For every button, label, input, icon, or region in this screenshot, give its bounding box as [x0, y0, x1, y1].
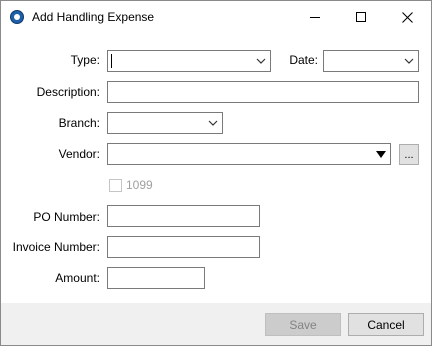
branch-label: Branch: [58, 116, 100, 130]
window-title: Add Handling Expense [32, 10, 155, 24]
chevron-down-icon [256, 58, 266, 64]
maximize-icon [356, 12, 366, 22]
dialog-footer: Save Cancel [1, 303, 431, 345]
close-button[interactable] [384, 1, 430, 33]
type-label: Type: [70, 53, 100, 67]
form-1099-label: 1099 [126, 178, 153, 192]
text-caret [111, 54, 112, 68]
close-icon [401, 11, 413, 23]
cancel-button[interactable]: Cancel [348, 313, 424, 336]
invoice-number-field[interactable] [107, 236, 260, 258]
date-label: Date: [289, 53, 318, 67]
description-label: Description: [36, 85, 100, 99]
amount-field[interactable] [107, 267, 205, 289]
po-number-field[interactable] [107, 205, 260, 227]
amount-label: Amount: [55, 271, 100, 285]
date-picker[interactable] [323, 50, 419, 72]
invoice-number-label: Invoice Number: [12, 240, 100, 254]
title-bar: Add Handling Expense [1, 1, 431, 33]
app-logo-icon [10, 10, 24, 24]
type-dropdown[interactable] [107, 50, 271, 72]
form-1099-checkbox[interactable] [109, 179, 122, 192]
po-number-label: PO Number: [33, 210, 100, 224]
description-field[interactable] [107, 81, 419, 103]
chevron-down-icon [208, 120, 218, 126]
branch-dropdown[interactable] [107, 112, 223, 134]
minimize-icon [310, 17, 320, 18]
add-handling-expense-dialog: Add Handling Expense Type: Date: Descrip… [0, 0, 432, 346]
vendor-browse-button[interactable]: ... [399, 144, 419, 165]
vendor-label: Vendor: [58, 147, 100, 161]
triangle-down-icon [376, 151, 386, 158]
ellipsis-icon: ... [404, 148, 414, 161]
save-button[interactable]: Save [265, 313, 341, 336]
minimize-button[interactable] [292, 1, 338, 33]
maximize-button[interactable] [338, 1, 384, 33]
vendor-combo[interactable] [107, 143, 391, 165]
chevron-down-icon [404, 58, 414, 64]
vendor-dropdown-button[interactable] [373, 145, 389, 163]
